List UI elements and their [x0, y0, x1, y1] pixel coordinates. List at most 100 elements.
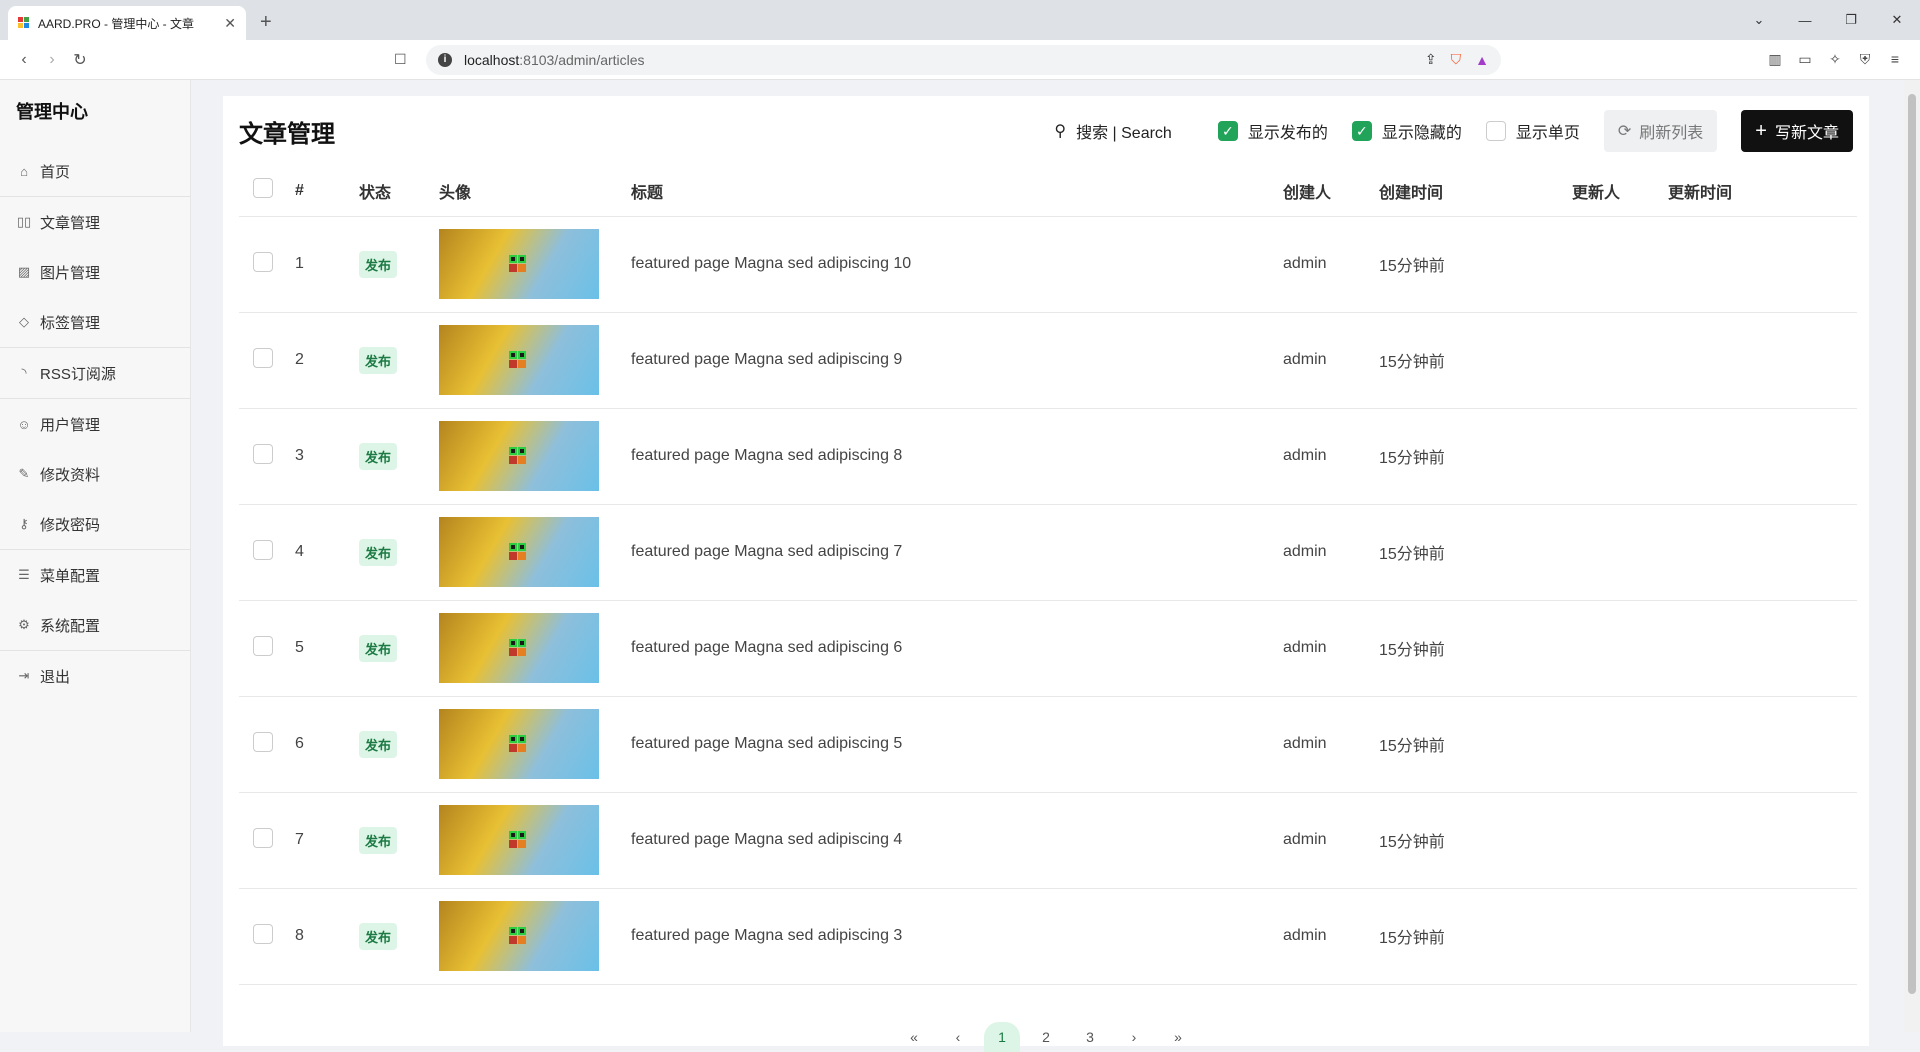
row-creator: admin: [1283, 312, 1379, 409]
brave-shield-icon[interactable]: ⛉: [1451, 51, 1462, 68]
article-thumbnail[interactable]: [439, 421, 599, 491]
sidebar-item-logout[interactable]: ⇥ 退出: [0, 651, 190, 701]
sidebar-item-articles[interactable]: ▯▯ 文章管理: [0, 197, 190, 247]
row-checkbox[interactable]: [253, 923, 273, 944]
pagination: « ‹ 1 2 3 › »: [223, 1022, 1869, 1052]
row-creator: admin: [1283, 504, 1379, 601]
wallet-icon[interactable]: ▭: [1790, 51, 1820, 68]
select-all-checkbox[interactable]: [253, 178, 273, 199]
articles-table: # 状态 头像 标题 创建人 创建时间 更新人 更新时间 1 发布 featur…: [239, 166, 1857, 985]
page-scrollbar[interactable]: [1904, 80, 1920, 1032]
table-row[interactable]: 2 发布 featured page Magna sed adipiscing …: [239, 312, 1857, 409]
tab-close-icon[interactable]: ✕: [224, 15, 236, 32]
site-info-icon[interactable]: i: [438, 52, 452, 67]
table-row[interactable]: 8 发布 featured page Magna sed adipiscing …: [239, 888, 1857, 985]
page-button-2[interactable]: 2: [1024, 1022, 1068, 1052]
sidebar-item-home[interactable]: ⌂ 首页: [0, 146, 190, 196]
row-title[interactable]: featured page Magna sed adipiscing 5: [631, 696, 1283, 793]
table-row[interactable]: 6 发布 featured page Magna sed adipiscing …: [239, 696, 1857, 793]
table-row[interactable]: 7 发布 featured page Magna sed adipiscing …: [239, 792, 1857, 889]
sidebar-item-system-config[interactable]: ⚙ 系统配置: [0, 600, 190, 650]
maximize-icon[interactable]: ❐: [1828, 12, 1874, 28]
minimize-icon[interactable]: —: [1782, 13, 1828, 28]
page-button-1[interactable]: 1: [984, 1022, 1020, 1052]
show-published-checkbox[interactable]: ✓ 显示发布的: [1217, 119, 1328, 143]
row-avatar-cell: [439, 408, 631, 505]
sidebar-item-users[interactable]: ☺ 用户管理: [0, 399, 190, 449]
share-icon[interactable]: ⇪: [1425, 51, 1437, 68]
column-header-updater[interactable]: 更新人: [1572, 166, 1668, 217]
row-updated: [1668, 504, 1857, 601]
article-thumbnail[interactable]: [439, 613, 599, 683]
row-checkbox[interactable]: [253, 251, 273, 272]
row-checkbox[interactable]: [253, 347, 273, 368]
row-avatar-cell: [439, 888, 631, 985]
sidebar-item-profile[interactable]: ✎ 修改资料: [0, 449, 190, 499]
brave-rewards-icon[interactable]: ▲: [1475, 52, 1489, 68]
article-thumbnail[interactable]: [439, 229, 599, 299]
article-thumbnail[interactable]: [439, 709, 599, 779]
column-header-status[interactable]: 状态: [359, 166, 439, 217]
thumbnail-logo-icon: [509, 255, 527, 273]
sidebar-item-password[interactable]: ⚷ 修改密码: [0, 499, 190, 549]
tab-search-icon[interactable]: ⌄: [1736, 12, 1782, 28]
row-title[interactable]: featured page Magna sed adipiscing 10: [631, 216, 1283, 313]
last-page-button[interactable]: »: [1156, 1022, 1200, 1052]
table-row[interactable]: 4 发布 featured page Magna sed adipiscing …: [239, 504, 1857, 601]
row-checkbox[interactable]: [253, 443, 273, 464]
column-header-created[interactable]: 创建时间: [1379, 166, 1572, 217]
first-page-button[interactable]: «: [892, 1022, 936, 1052]
table-row[interactable]: 1 发布 featured page Magna sed adipiscing …: [239, 216, 1857, 313]
column-header-id[interactable]: #: [295, 166, 359, 217]
leo-ai-icon[interactable]: ✧: [1820, 51, 1850, 68]
row-title[interactable]: featured page Magna sed adipiscing 7: [631, 504, 1283, 601]
vpn-icon[interactable]: ⛨: [1850, 51, 1880, 68]
row-title[interactable]: featured page Magna sed adipiscing 3: [631, 888, 1283, 985]
sidebar-item-rss[interactable]: ◝ RSS订阅源: [0, 348, 190, 398]
sidebar-item-tags[interactable]: ◇ 标签管理: [0, 297, 190, 347]
row-title[interactable]: featured page Magna sed adipiscing 6: [631, 600, 1283, 697]
new-article-button[interactable]: + 写新文章: [1741, 110, 1853, 152]
column-header-updated[interactable]: 更新时间: [1668, 166, 1857, 217]
column-header-title[interactable]: 标题: [631, 166, 1283, 217]
page-title: 文章管理: [239, 120, 335, 148]
refresh-list-button[interactable]: ⟳ 刷新列表: [1603, 110, 1718, 152]
back-icon[interactable]: ‹: [10, 51, 38, 69]
forward-icon[interactable]: ›: [38, 51, 66, 69]
column-header-creator[interactable]: 创建人: [1283, 166, 1379, 217]
show-single-page-checkbox[interactable]: 显示单页: [1485, 119, 1580, 143]
row-checkbox[interactable]: [253, 731, 273, 752]
prev-page-button[interactable]: ‹: [936, 1022, 980, 1052]
show-hidden-checkbox[interactable]: ✓ 显示隐藏的: [1351, 119, 1462, 143]
article-thumbnail[interactable]: [439, 517, 599, 587]
sidebar-item-images[interactable]: ▨ 图片管理: [0, 247, 190, 297]
row-select-cell: [239, 408, 295, 505]
close-window-icon[interactable]: ✕: [1874, 12, 1920, 28]
new-tab-icon[interactable]: +: [260, 11, 272, 34]
article-thumbnail[interactable]: [439, 901, 599, 971]
row-checkbox[interactable]: [253, 827, 273, 848]
bookmark-icon[interactable]: ☐: [394, 51, 414, 68]
row-title[interactable]: featured page Magna sed adipiscing 8: [631, 408, 1283, 505]
search-button[interactable]: ⚲ 搜索 | Search: [1054, 119, 1171, 143]
reload-icon[interactable]: ↻: [66, 50, 94, 70]
row-title[interactable]: featured page Magna sed adipiscing 4: [631, 792, 1283, 889]
article-thumbnail[interactable]: [439, 805, 599, 875]
page-button-3[interactable]: 3: [1068, 1022, 1112, 1052]
article-thumbnail[interactable]: [439, 325, 599, 395]
row-checkbox[interactable]: [253, 635, 273, 656]
table-row[interactable]: 5 发布 featured page Magna sed adipiscing …: [239, 600, 1857, 697]
tag-icon: ◇: [19, 314, 29, 329]
row-title[interactable]: featured page Magna sed adipiscing 9: [631, 312, 1283, 409]
table-row[interactable]: 3 发布 featured page Magna sed adipiscing …: [239, 408, 1857, 505]
browser-tab[interactable]: AARD.PRO - 管理中心 - 文章 ✕: [8, 6, 246, 40]
row-updater: [1572, 792, 1668, 889]
next-page-button[interactable]: ›: [1112, 1022, 1156, 1052]
url-host: localhost: [464, 51, 520, 68]
sidebar-toggle-icon[interactable]: ▥: [1760, 51, 1790, 68]
menu-icon[interactable]: ≡: [1880, 51, 1910, 68]
sidebar-item-label: 菜单配置: [40, 567, 101, 585]
sidebar-item-menu-config[interactable]: ☰ 菜单配置: [0, 550, 190, 600]
row-checkbox[interactable]: [253, 539, 273, 560]
url-bar[interactable]: i localhost:8103/admin/articles ⇪ ⛉ ▲: [426, 44, 1501, 75]
